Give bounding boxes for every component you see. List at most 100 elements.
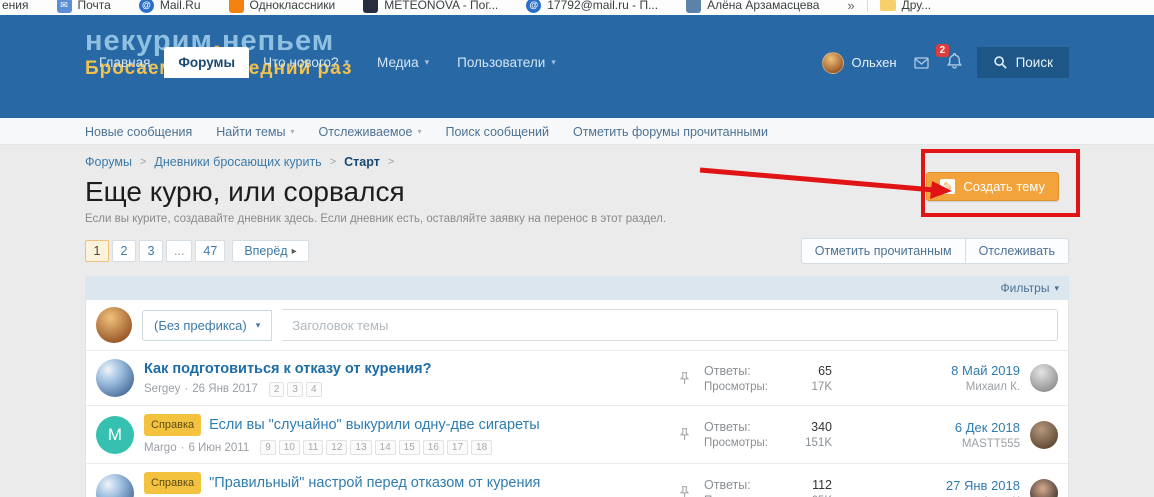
thread-page-badge[interactable]: 11 xyxy=(302,440,324,455)
last-post-date-link[interactable]: 6 Дек 2018 xyxy=(870,420,1020,435)
bookmark-label: Почта xyxy=(77,0,111,12)
folder-icon xyxy=(879,0,896,11)
breadcrumb-diaries[interactable]: Дневники бросающих курить xyxy=(154,155,321,169)
thread-page-badge[interactable]: 12 xyxy=(326,440,348,455)
thread-page-badges: 234 xyxy=(268,381,322,397)
last-post-date-link[interactable]: 8 Май 2019 xyxy=(870,363,1020,378)
alerts-count-badge: 2 xyxy=(935,43,950,57)
filters-button[interactable]: Фильтры ▾ xyxy=(1001,281,1059,295)
nav-tab-home[interactable]: Главная xyxy=(85,47,164,78)
thread-page-badge[interactable]: 13 xyxy=(350,440,372,455)
pencil-icon: ✎ xyxy=(940,179,956,194)
bookmark-item[interactable]: ения xyxy=(2,0,29,12)
thread-page-badge[interactable]: 10 xyxy=(278,440,300,455)
thread-prefix-badge[interactable]: Справка xyxy=(144,472,202,494)
last-post-date-link[interactable]: 27 Янв 2018 xyxy=(870,478,1020,493)
thread-title-link[interactable]: "Правильный" настрой перед отказом от ку… xyxy=(209,474,540,492)
bookmark-label: Одноклассники xyxy=(249,0,336,12)
nav-tab-media[interactable]: Медиа ▾ xyxy=(363,47,443,78)
last-poster-avatar[interactable] xyxy=(1030,478,1058,497)
chevron-down-icon: ▾ xyxy=(1054,282,1059,293)
thread-page-badge[interactable]: 14 xyxy=(374,440,396,455)
thread-author-link[interactable]: Sergey xyxy=(144,383,180,395)
thread-row: M Справка Если вы "случайно" выкурили од… xyxy=(86,406,1068,464)
inbox-button[interactable] xyxy=(913,55,930,71)
last-poster-avatar[interactable] xyxy=(1030,364,1058,392)
filters-bar: Фильтры ▾ xyxy=(85,276,1069,300)
thread-title-input[interactable] xyxy=(282,309,1058,341)
thread-page-badge[interactable]: 17 xyxy=(446,440,469,455)
thread-page-badge[interactable]: 16 xyxy=(422,440,444,455)
thread-prefix-badge[interactable]: Справка xyxy=(144,414,202,436)
thread-author-link[interactable]: Margo xyxy=(144,442,177,454)
chevron-down-icon: ▾ xyxy=(344,57,350,67)
breadcrumb-forums[interactable]: Форумы xyxy=(85,155,132,169)
bookmark-item[interactable]: ✉ Почта xyxy=(56,0,111,13)
account-menu[interactable]: Ольхен xyxy=(822,51,897,74)
mark-read-button[interactable]: Отметить прочитанным xyxy=(802,239,965,263)
sticky-pin-icon xyxy=(674,485,694,497)
bookmark-folder[interactable]: Дру... xyxy=(879,0,931,12)
thread-page-badge[interactable]: 2 xyxy=(268,381,285,397)
last-post-info: 8 Май 2019 Михаил К. xyxy=(870,363,1020,393)
subnav-find-threads[interactable]: Найти темы ▾ xyxy=(216,125,294,139)
avatar[interactable] xyxy=(96,473,134,497)
avatar[interactable] xyxy=(96,359,134,397)
thread-page-badge[interactable]: 9 xyxy=(260,440,276,455)
nav-tab-whats-new[interactable]: Что нового? ▾ xyxy=(249,47,363,78)
envelope-icon xyxy=(913,56,929,69)
create-thread-button[interactable]: ✎ Создать тему xyxy=(926,172,1059,201)
thread-title-link[interactable]: Если вы "случайно" выкурили одну-две сиг… xyxy=(209,416,540,434)
nav-tab-members[interactable]: Пользователи ▾ xyxy=(443,47,570,78)
quick-thread-composer: (Без префикса) ▾ xyxy=(86,300,1068,351)
replies-count: 65 xyxy=(818,363,832,378)
subnav-new-posts[interactable]: Новые сообщения xyxy=(85,125,192,139)
watch-forum-button[interactable]: Отслеживать xyxy=(964,239,1068,263)
avatar xyxy=(96,307,132,343)
user-area: Ольхен 2 xyxy=(822,43,963,78)
search-label: Поиск xyxy=(1015,55,1053,70)
subnav-search-posts[interactable]: Поиск сообщений xyxy=(445,125,549,139)
forum-description: Если вы курите, создавайте дневник здесь… xyxy=(85,213,667,225)
thread-title-link[interactable]: Как подготовиться к отказу от курения? xyxy=(144,360,432,378)
bookmark-item[interactable]: Алёна Арзамасцева xyxy=(686,0,819,13)
nav-tab-forums[interactable]: Форумы xyxy=(164,47,250,78)
bookmarks-overflow-chevron[interactable]: » xyxy=(847,0,854,13)
page-body: Форумы > Дневники бросающих курить > Ста… xyxy=(0,145,1154,497)
views-count: 151K xyxy=(805,437,832,449)
search-button[interactable]: Поиск xyxy=(976,47,1069,78)
thread-stats: Ответы:112 Просмотры:65K xyxy=(704,478,832,497)
breadcrumb: Форумы > Дневники бросающих курить > Ста… xyxy=(85,155,1069,169)
meta-separator: · xyxy=(184,383,189,395)
page-number[interactable]: 3 xyxy=(139,240,163,262)
thread-list-panel: (Без префикса) ▾ Как подготовиться к отк… xyxy=(85,300,1069,497)
thread-page-badge[interactable]: 18 xyxy=(471,440,493,455)
bookmark-label: 17792@mail.ru - П... xyxy=(547,0,659,12)
subnav-mark-forums-read[interactable]: Отметить форумы прочитанными xyxy=(573,125,768,139)
avatar[interactable]: M xyxy=(96,415,134,454)
next-page-button[interactable]: Вперёд ▸ xyxy=(232,240,309,262)
page-number[interactable]: 47 xyxy=(195,240,226,262)
thread-page-badge[interactable]: 15 xyxy=(398,440,420,455)
replies-count: 112 xyxy=(812,478,832,492)
chevron-down-icon: ▾ xyxy=(424,57,430,67)
thread-page-badge[interactable]: 4 xyxy=(305,381,322,397)
alerts-button[interactable]: 2 xyxy=(935,43,963,74)
bookmark-label: Алёна Арзамасцева xyxy=(707,0,820,12)
thread-page-badge[interactable]: 3 xyxy=(287,381,303,397)
bookmark-label: METEONOVA - Пог... xyxy=(384,0,499,12)
thread-actions: Отметить прочитанным Отслеживать xyxy=(800,238,1069,264)
last-poster-avatar[interactable] xyxy=(1030,420,1058,449)
page-number[interactable]: 2 xyxy=(112,240,136,262)
prefix-select[interactable]: (Без префикса) ▾ xyxy=(142,309,273,341)
breadcrumb-start[interactable]: Старт xyxy=(344,155,380,169)
user-name: Ольхен xyxy=(851,55,897,70)
bookmark-item[interactable]: Одноклассники xyxy=(228,0,336,13)
bookmark-item[interactable]: METEONOVA - Пог... xyxy=(363,0,498,13)
bookmark-item[interactable]: @17792@mail.ru - П... xyxy=(526,0,658,13)
bookmark-item[interactable]: @ Mail.Ru xyxy=(138,0,201,13)
subnav-watched[interactable]: Отслеживаемое ▾ xyxy=(319,125,422,139)
breadcrumb-separator: > xyxy=(139,156,147,168)
page-number-current[interactable]: 1 xyxy=(85,240,109,262)
replies-count: 340 xyxy=(811,420,832,434)
